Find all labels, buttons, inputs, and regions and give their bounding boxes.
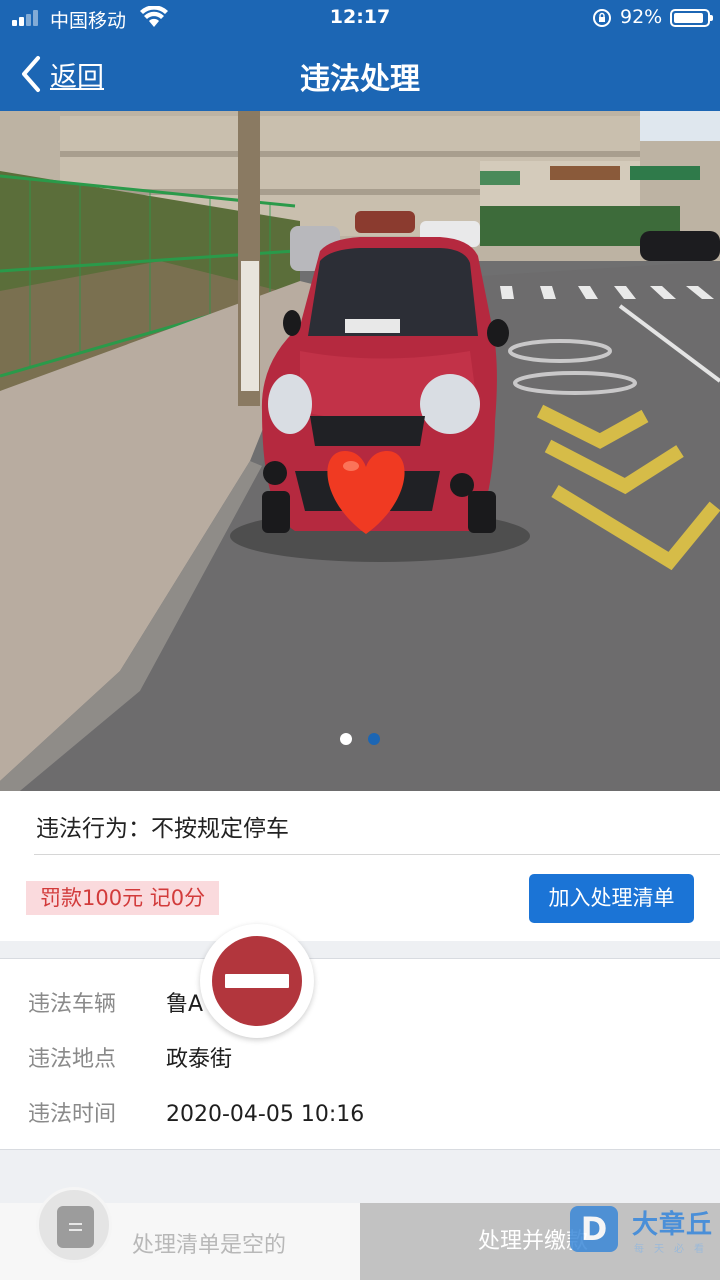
watermark-subtitle: 每天必看 [634,1244,714,1255]
battery-percent: 92% [620,6,663,28]
evidence-photo-carousel[interactable] [0,111,720,791]
detail-row-time: 违法时间 2020-04-05 10:16 [28,1096,364,1128]
location-label: 违法地点 [28,1047,117,1072]
watermark-name: 大章丘 [632,1210,714,1240]
violation-behavior: 违法行为：不按规定停车 [36,816,289,842]
no-entry-icon [212,936,302,1026]
location-value: 政泰街 [166,1047,233,1072]
empty-list-text: 处理清单是空的 [132,1233,287,1258]
orientation-lock-icon [593,9,611,27]
status-bar: 中国移动 12:17 92% [0,0,720,36]
battery-icon [670,9,713,27]
evidence-photo [0,111,720,791]
watermark-logo: D [570,1206,618,1252]
time-value: 2020-04-05 10:16 [166,1102,365,1127]
vehicle-value: 鲁A [166,992,204,1017]
detail-row-vehicle: 违法车辆 鲁A [28,986,203,1018]
violation-details-card: 违法车辆 鲁A 违法地点 政泰街 违法时间 2020-04-05 10:16 [0,958,720,1150]
list-icon[interactable] [36,1187,112,1263]
divider [34,854,720,855]
carousel-dot[interactable] [340,733,352,745]
vehicle-label: 违法车辆 [28,992,117,1017]
page-title: 违法处理 [300,62,420,97]
carousel-indicator [340,733,380,745]
violation-summary-card: 违法行为：不按规定停车 罚款100元 记0分 加入处理清单 [0,791,720,941]
time-label: 违法时间 [28,1102,117,1127]
detail-row-location: 违法地点 政泰街 [28,1041,232,1073]
processing-list[interactable]: 处理清单是空的 [0,1187,360,1280]
add-to-list-button[interactable]: 加入处理清单 [529,874,694,923]
penalty-badge: 罚款100元 记0分 [26,881,220,915]
remove-button[interactable] [200,924,314,1038]
watermark: D 大章丘 每天必看 [570,1204,720,1264]
clock: 12:17 [329,6,391,28]
top-bar: 中国移动 12:17 92% 返回 违法处理 [0,0,720,111]
carousel-dot[interactable] [368,733,380,745]
